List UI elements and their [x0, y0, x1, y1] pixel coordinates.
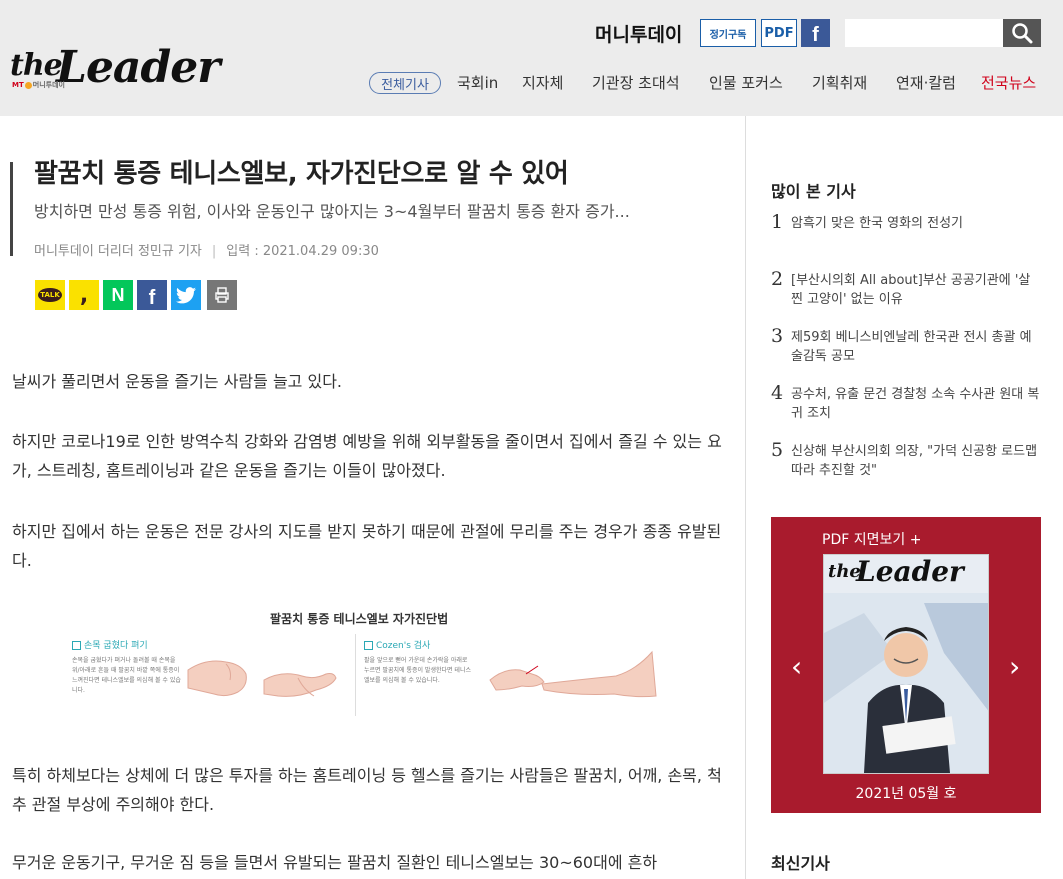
search-button[interactable]	[1003, 19, 1041, 47]
nav-item-national[interactable]: 전국뉴스	[981, 72, 1036, 94]
article-paragraph: 특히 하체보다는 상체에 더 많은 투자를 하는 홈트레이닝 등 헬스를 즐기는…	[12, 766, 722, 814]
search-icon	[1012, 23, 1033, 44]
article-paragraph: 하지만 집에서 하는 운동은 전문 강사의 지도를 받지 못하기 때문에 관절에…	[12, 522, 722, 570]
article-paragraph: 무거운 운동기구, 무거운 짐 등을 들면서 유발되는 팔꿈치 질환인 테니스엘…	[12, 853, 658, 872]
popular-rank: 4	[771, 382, 784, 404]
kakaotalk-icon: TALK	[38, 288, 62, 302]
nav-item-features[interactable]: 기획취재	[812, 72, 867, 94]
popular-link[interactable]: 제59회 베니스비엔날레 한국관 전시 총괄 예술감독 공모	[791, 328, 1041, 366]
share-twitter-button[interactable]	[171, 280, 201, 310]
pdf-issue-date: 2021년 05월 호	[855, 786, 957, 802]
share-kakaotalk-button[interactable]: TALK	[35, 280, 65, 310]
facebook-icon: f	[148, 287, 156, 309]
print-button[interactable]	[207, 280, 237, 310]
pdf-next-button[interactable]: ›	[1009, 650, 1020, 683]
article-paragraph: 하지만 코로나19로 인한 방역수칙 강화와 감염병 예방을 위해 외부활동을 …	[12, 432, 722, 480]
twitter-icon	[176, 286, 196, 303]
figure-card-cozens: Cozen's 검사 팔을 앞으로 뻗어 가운데 손가락을 아래로 누르면 팔꿈…	[358, 634, 658, 716]
article-title: 팔꿈치 통증 테니스엘보, 자가진단으로 알 수 있어	[34, 159, 569, 189]
figure-label-wrist: 손목 굽혔다 펴기	[72, 638, 148, 651]
title-accent-bar	[10, 162, 13, 256]
cover-photo	[824, 593, 988, 773]
article-subtitle: 방치하면 만성 통증 위험, 이사와 운동인구 많아지는 3~4월부터 팔꿈치 …	[34, 202, 630, 221]
byline-date: 입력 : 2021.04.29 09:30	[226, 244, 379, 259]
print-icon	[215, 287, 229, 303]
popular-link[interactable]: 신상해 부산시의회 의장, "가덕 신공항 로드맵 따라 추진할 것"	[791, 442, 1041, 480]
pdf-viewer-title[interactable]: PDF 지면보기 +	[822, 529, 921, 549]
naver-icon: N	[111, 284, 125, 305]
popular-link[interactable]: 암흑기 맞은 한국 영화의 전성기	[791, 214, 1041, 233]
pdf-viewer-box: PDF 지면보기 + ‹ › the Leader 2021년 05월 호	[771, 517, 1041, 813]
facebook-icon[interactable]: f	[801, 19, 830, 47]
nav-item-people[interactable]: 인물 포커스	[709, 72, 783, 94]
moneytoday-brand[interactable]: 머니투데이	[595, 20, 682, 47]
nav-item-columns[interactable]: 연재·칼럼	[896, 72, 956, 94]
kakaostory-icon: ,	[79, 282, 89, 308]
popular-link[interactable]: [부산시의회 All about]부산 공공기관에 '살찐 고양이' 없는 이유	[791, 271, 1041, 309]
figure-title: 팔꿈치 통증 테니스엘보 자가진단법	[270, 612, 449, 626]
pdf-button[interactable]: PDF	[761, 19, 797, 47]
share-facebook-button[interactable]: f	[137, 280, 167, 310]
byline-author: 머니투데이 더리더 정민규 기자	[34, 244, 202, 259]
share-naver-button[interactable]: N	[103, 280, 133, 310]
site-header: the Leader MT 머니투데이 머니투데이 정기구독 PDF f 전체기사…	[0, 0, 1063, 116]
magazine-cover[interactable]: the Leader	[823, 554, 989, 774]
logo-leader: Leader	[56, 42, 220, 93]
self-diagnosis-figure: 팔꿈치 통증 테니스엘보 자가진단법 손목 굽혔다 펴기 손목을 굽혔다가 펴거…	[58, 602, 668, 722]
figure-desc-wrist: 손목을 굽혔다가 펴거나 돌려볼 때 손목을 위/아래로 흔들 때 팔꿈치 바깥…	[72, 657, 181, 694]
popular-articles-title: 많이 본 기사	[771, 182, 856, 201]
nav-all-articles[interactable]: 전체기사	[369, 72, 441, 94]
logo-the: the	[10, 48, 63, 83]
checkbox-icon	[72, 641, 81, 650]
cover-logo-leader: Leader	[856, 555, 964, 588]
figure-label-cozens: Cozen's 검사	[364, 638, 430, 651]
figure-card-wrist: 손목 굽혔다 펴기 손목을 굽혔다가 펴거나 돌려볼 때 손목을 위/아래로 흔…	[66, 634, 356, 716]
nav-item-interview[interactable]: 기관장 초대석	[592, 72, 680, 94]
column-divider	[745, 116, 746, 879]
share-kakaostory-button[interactable]: ,	[69, 280, 99, 310]
popular-link[interactable]: 공수처, 유출 문건 경찰청 소속 수사관 원대 복귀 조치	[791, 385, 1041, 423]
latest-articles-title: 최신기사	[771, 854, 830, 873]
popular-rank: 1	[771, 211, 784, 233]
subscribe-button[interactable]: 정기구독	[700, 19, 756, 47]
pdf-prev-button[interactable]: ‹	[791, 650, 802, 683]
popular-rank: 5	[771, 439, 784, 461]
logo-mt-badge: MT 머니투데이	[12, 81, 65, 89]
popular-rank: 3	[771, 325, 784, 347]
search-input[interactable]	[845, 19, 1003, 47]
hand-illustration	[187, 660, 337, 697]
popular-rank: 2	[771, 268, 784, 290]
nav-item-local-gov[interactable]: 지자체	[522, 72, 563, 94]
article-paragraph: 날씨가 풀리면서 운동을 즐기는 사람들 늘고 있다.	[12, 372, 343, 391]
checkbox-icon	[364, 641, 373, 650]
figure-desc-cozens: 팔을 앞으로 뻗어 가운데 손가락을 아래로 누르면 팔꿈치에 통증이 발생한다…	[364, 657, 471, 684]
the-leader-logo[interactable]: the Leader MT 머니투데이	[10, 42, 225, 100]
nav-item-assembly[interactable]: 국회in	[457, 72, 498, 94]
arm-illustration	[489, 650, 657, 698]
article-byline: 머니투데이 더리더 정민규 기자 | 입력 : 2021.04.29 09:30	[34, 244, 379, 259]
